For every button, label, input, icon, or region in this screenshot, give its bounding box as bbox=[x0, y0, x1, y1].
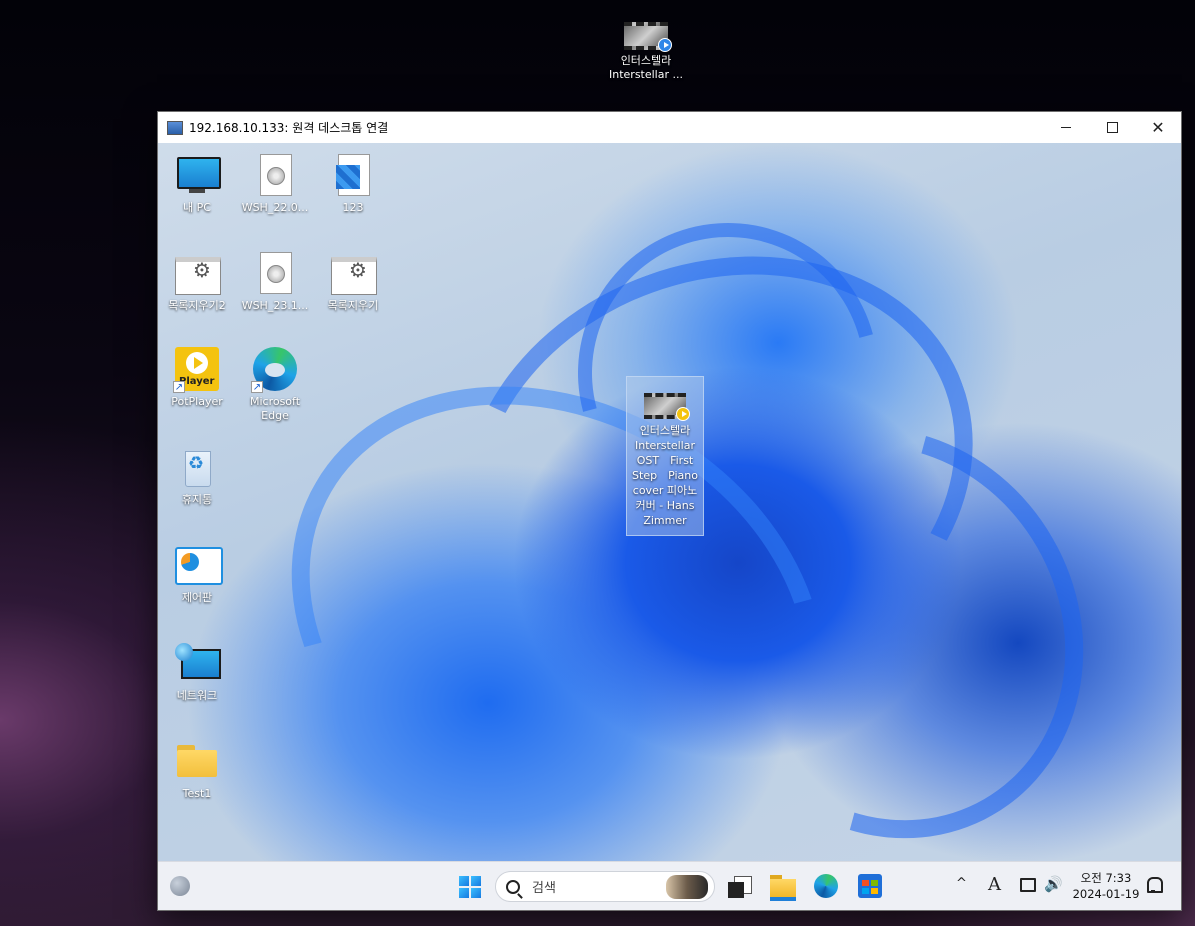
desktop-icon-potplayer[interactable]: Player ↗ PotPlayer bbox=[158, 347, 236, 409]
window-titlebar[interactable]: 192.168.10.133: 원격 데스크톱 연결 ✕ bbox=[158, 112, 1181, 143]
desktop-icon-edge[interactable]: ↗ Microsoft Edge bbox=[236, 347, 314, 423]
network-status-icon[interactable] bbox=[1020, 878, 1036, 892]
desktop-icon-wsh-22[interactable]: WSH_22.0... bbox=[236, 153, 314, 215]
taskbar: 검색 ^ A 🔊 오전 7:33 2024-01-19 bbox=[158, 861, 1181, 910]
remote-desktop-area[interactable]: 내 PC WSH_22.0... 123 목록지우기2 WSH_23.1... … bbox=[158, 143, 1181, 861]
shortcut-arrow-icon: ↗ bbox=[173, 381, 185, 393]
desktop-icon-label: Microsoft Edge bbox=[249, 395, 301, 422]
desktop-icon-label: 123 bbox=[342, 201, 364, 214]
minimize-button[interactable] bbox=[1043, 112, 1089, 143]
desktop-icon-label: 네트워크 bbox=[176, 689, 218, 702]
desktop-icon-label: 내 PC bbox=[183, 201, 211, 214]
widgets-icon[interactable] bbox=[170, 876, 190, 896]
file-explorer-icon[interactable] bbox=[770, 875, 796, 901]
desktop-icon-wsh-23[interactable]: WSH_23.1... bbox=[236, 251, 314, 313]
notification-bell-icon[interactable] bbox=[1146, 877, 1163, 893]
search-icon bbox=[506, 879, 520, 894]
desktop-icon-label: WSH_23.1... bbox=[241, 299, 309, 312]
start-button[interactable] bbox=[459, 876, 481, 898]
disc-file-icon bbox=[253, 251, 297, 295]
taskbar-search-box[interactable]: 검색 bbox=[495, 871, 715, 902]
desktop-icon-clear-list-2[interactable]: 목록지우기2 bbox=[158, 251, 236, 313]
folder-icon bbox=[175, 739, 219, 783]
desktop-icon-label: 목록지우기2 bbox=[168, 299, 226, 312]
desktop-icon-label: WSH_22.0... bbox=[241, 201, 309, 214]
desktop-icon-control-panel[interactable]: 제어판 bbox=[158, 543, 236, 605]
desktop-icon-label: Test1 bbox=[182, 787, 212, 800]
shortcut-arrow-icon: ↗ bbox=[251, 381, 263, 393]
clock-time: 오전 7:33 bbox=[1080, 871, 1132, 885]
desktop-video-shortcut[interactable]: 인터스텔라 Interstellar ... bbox=[603, 22, 689, 82]
volume-icon[interactable]: 🔊 bbox=[1044, 875, 1063, 893]
remote-desktop-app-icon bbox=[167, 120, 183, 135]
remote-desktop-window: 192.168.10.133: 원격 데스크톱 연결 ✕ 내 PC WSH_22… bbox=[157, 111, 1182, 911]
recycle-bin-icon bbox=[175, 445, 219, 489]
search-placeholder: 검색 bbox=[532, 881, 556, 896]
disc-file-icon bbox=[253, 153, 297, 197]
desktop-icon-network[interactable]: 네트워크 bbox=[158, 641, 236, 703]
video-thumbnail-icon bbox=[644, 393, 690, 421]
search-highlight-image bbox=[666, 875, 708, 899]
input-method-indicator[interactable]: A bbox=[988, 874, 1001, 895]
desktop-icon-test1[interactable]: Test1 bbox=[158, 739, 236, 801]
show-hidden-icons-chevron-icon[interactable]: ^ bbox=[956, 876, 967, 891]
desktop-icon-label: 제어판 bbox=[181, 591, 213, 604]
desktop-icon-label: 목록지우기 bbox=[327, 299, 379, 312]
desktop-icon-label: 인터스텔라 Interstellar OST First Step Piano … bbox=[632, 424, 698, 527]
desktop-icon-label: 휴지통 bbox=[181, 493, 213, 506]
network-icon bbox=[175, 641, 221, 685]
batch-file-icon bbox=[175, 251, 221, 295]
desktop-icon-clear-list[interactable]: 목록지우기 bbox=[314, 251, 392, 313]
desktop-icon-my-pc[interactable]: 내 PC bbox=[158, 153, 236, 215]
potplayer-icon: Player ↗ bbox=[173, 347, 219, 393]
clock-date: 2024-01-19 bbox=[1072, 887, 1140, 901]
window-title: 192.168.10.133: 원격 데스크톱 연결 bbox=[189, 121, 389, 135]
monitor-icon bbox=[175, 153, 221, 197]
close-button[interactable]: ✕ bbox=[1135, 112, 1181, 143]
desktop-video-label-line2: Interstellar ... bbox=[609, 68, 683, 81]
edge-icon: ↗ bbox=[251, 347, 297, 393]
desktop-icon-interstellar-video-selected[interactable]: 인터스텔라 Interstellar OST First Step Piano … bbox=[626, 376, 704, 536]
desktop-icon-recycle-bin[interactable]: 휴지통 bbox=[158, 445, 236, 507]
desktop-icon-123[interactable]: 123 bbox=[314, 153, 392, 215]
desktop-video-label-line1: 인터스텔라 bbox=[620, 54, 672, 67]
edge-taskbar-icon[interactable] bbox=[814, 874, 838, 898]
control-panel-icon bbox=[175, 543, 223, 587]
taskbar-clock[interactable]: 오전 7:33 2024-01-19 bbox=[1072, 870, 1140, 902]
task-view-icon[interactable] bbox=[728, 876, 752, 898]
maximize-button[interactable] bbox=[1089, 112, 1135, 143]
batch-file-icon bbox=[331, 251, 377, 295]
microsoft-store-icon[interactable] bbox=[858, 874, 882, 898]
video-thumbnail-icon bbox=[624, 22, 672, 52]
desktop-icon-label: PotPlayer bbox=[171, 395, 223, 408]
registry-file-icon bbox=[331, 153, 375, 197]
